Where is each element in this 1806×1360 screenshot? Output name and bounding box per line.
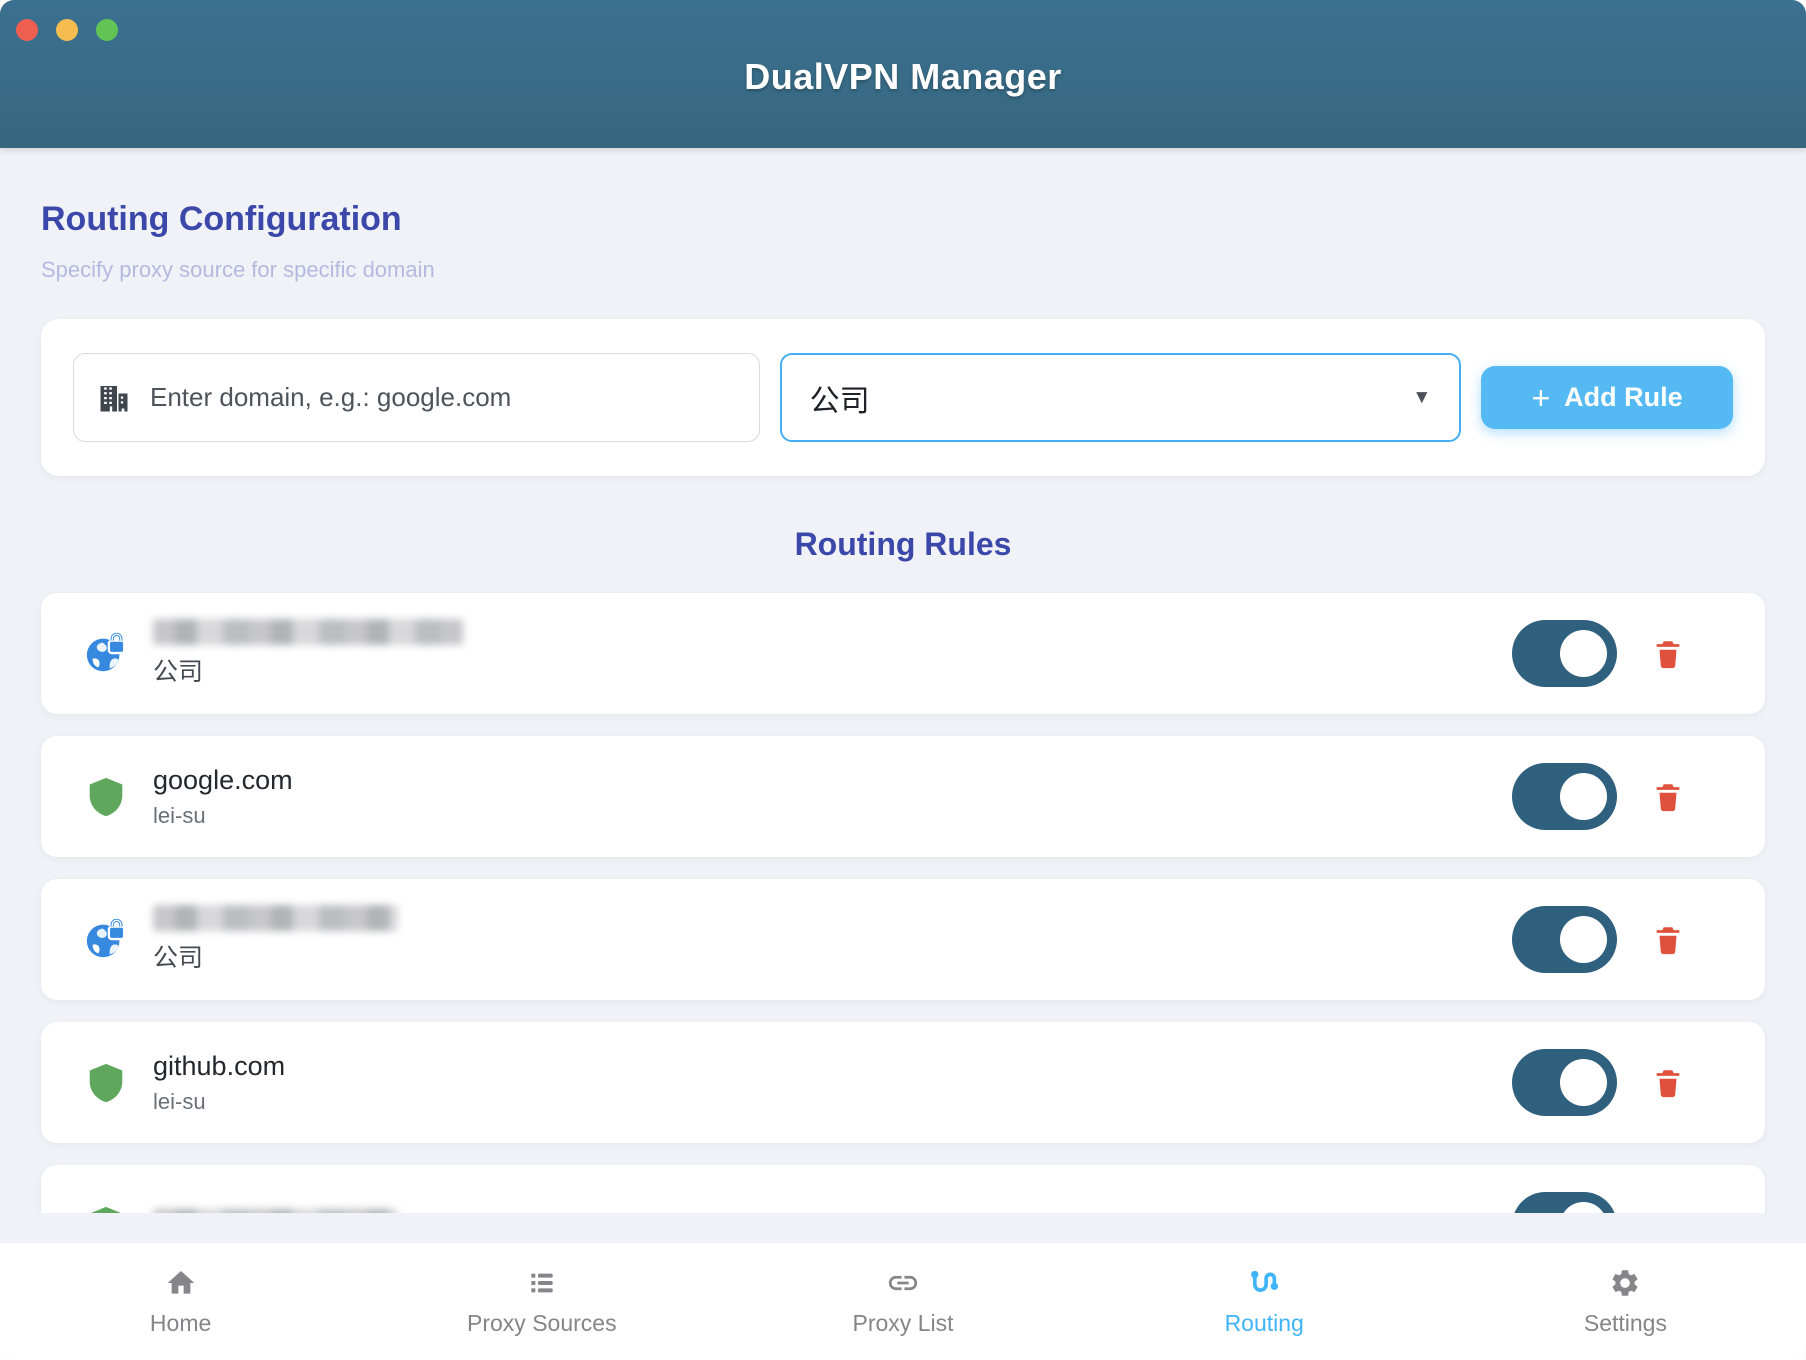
toggle-knob (1560, 1202, 1607, 1213)
gear-icon (1609, 1266, 1641, 1300)
rule-card (41, 1165, 1765, 1213)
title-bar: DualVPN Manager (0, 0, 1806, 148)
add-rule-button[interactable]: + Add Rule (1481, 366, 1733, 429)
window-title: DualVPN Manager (0, 56, 1806, 98)
redacted-domain (153, 905, 398, 931)
rule-domain: google.com (153, 765, 293, 796)
rules-heading: Routing Rules (41, 526, 1765, 563)
nav-item-proxy-list[interactable]: Proxy List (722, 1266, 1083, 1337)
shield-icon (83, 1060, 129, 1106)
chevron-down-icon: ▼ (1412, 387, 1431, 409)
link-icon (886, 1266, 920, 1300)
nav-label: Proxy List (853, 1310, 954, 1337)
rule-proxy-label: 公司 (153, 652, 463, 688)
routing-page: Routing Configuration Specify proxy sour… (0, 148, 1806, 1213)
trash-icon[interactable] (1651, 777, 1685, 817)
rule-toggle[interactable] (1512, 763, 1617, 830)
nav-label: Routing (1225, 1310, 1304, 1337)
rule-domain: github.com (153, 1051, 285, 1082)
domain-input-wrapper (73, 353, 760, 442)
nav-item-routing[interactable]: Routing (1084, 1266, 1445, 1337)
nav-label: Settings (1584, 1310, 1667, 1337)
redacted-domain (153, 619, 463, 645)
minimize-window-button[interactable] (56, 19, 78, 41)
rule-card: 公司 (41, 879, 1765, 1000)
trash-icon[interactable] (1651, 1206, 1685, 1214)
rule-card: github.com lei-su (41, 1022, 1765, 1143)
add-rule-label: Add Rule (1564, 382, 1683, 413)
page-subtitle: Specify proxy source for specific domain (41, 257, 1765, 283)
trash-icon[interactable] (1651, 634, 1685, 674)
nav-label: Proxy Sources (467, 1310, 617, 1337)
trash-icon[interactable] (1651, 1063, 1685, 1103)
nav-item-proxy-sources[interactable]: Proxy Sources (361, 1266, 722, 1337)
building-icon (96, 380, 132, 416)
rule-toggle[interactable] (1512, 1192, 1617, 1213)
rule-card: 公司 (41, 593, 1765, 714)
rule-toggle[interactable] (1512, 1049, 1617, 1116)
nav-item-home[interactable]: Home (0, 1266, 361, 1337)
nav-label: Home (150, 1310, 211, 1337)
globe-lock-icon (83, 917, 129, 963)
plus-icon: + (1531, 382, 1550, 414)
route-icon (1247, 1266, 1281, 1300)
proxy-select-value: 公司 (810, 376, 870, 420)
bottom-nav: Home Proxy Sources Proxy List (0, 1243, 1806, 1360)
nav-gap (0, 1213, 1806, 1243)
toggle-knob (1560, 916, 1607, 963)
rule-proxy-label: lei-su (153, 1089, 285, 1115)
redacted-domain (153, 1209, 398, 1213)
close-window-button[interactable] (16, 19, 38, 41)
nav-item-settings[interactable]: Settings (1445, 1266, 1806, 1337)
toggle-knob (1560, 773, 1607, 820)
page-title: Routing Configuration (41, 200, 1765, 239)
app-window: DualVPN Manager Routing Configuration Sp… (0, 0, 1806, 1360)
rule-toggle[interactable] (1512, 906, 1617, 973)
globe-lock-icon (83, 631, 129, 677)
shield-icon (83, 1203, 129, 1214)
zoom-window-button[interactable] (96, 19, 118, 41)
home-icon (165, 1266, 197, 1300)
rule-toggle[interactable] (1512, 620, 1617, 687)
domain-input[interactable] (150, 382, 737, 413)
rule-proxy-label: 公司 (153, 938, 398, 974)
rule-card: google.com lei-su (41, 736, 1765, 857)
add-rule-form: 公司 ▼ + Add Rule (41, 319, 1765, 476)
shield-icon (83, 774, 129, 820)
rule-proxy-label: lei-su (153, 803, 293, 829)
list-icon (526, 1266, 558, 1300)
trash-icon[interactable] (1651, 920, 1685, 960)
traffic-lights (16, 19, 118, 41)
toggle-knob (1560, 630, 1607, 677)
toggle-knob (1560, 1059, 1607, 1106)
proxy-source-select[interactable]: 公司 ▼ (780, 353, 1462, 442)
